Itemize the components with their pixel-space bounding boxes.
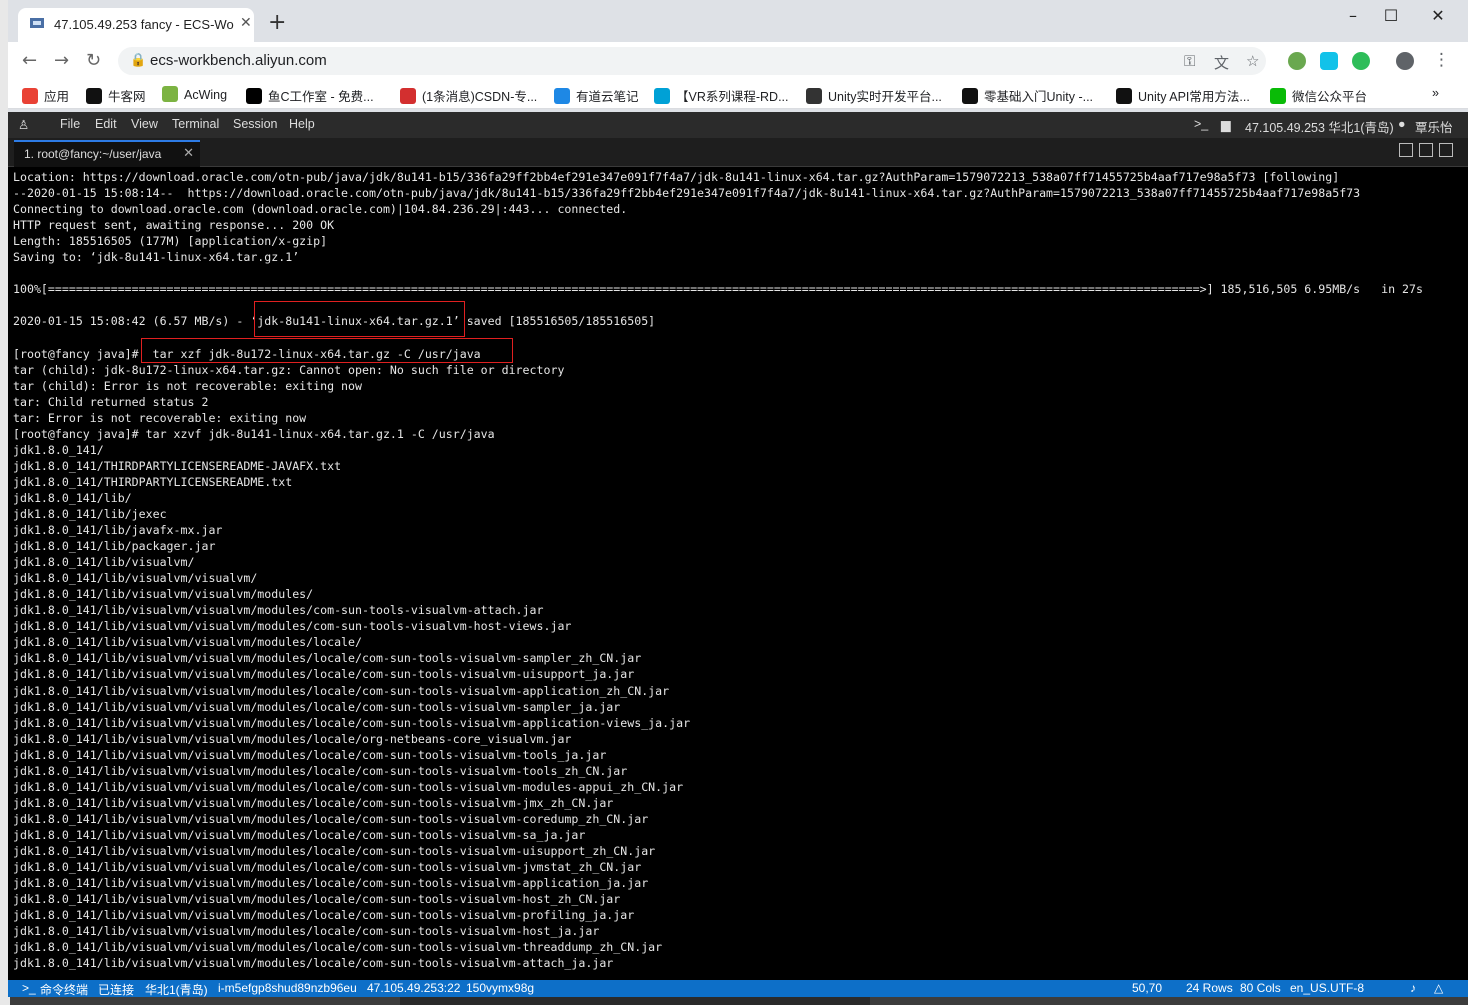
menu-session[interactable]: Session <box>233 117 277 131</box>
bookmark-favicon-icon <box>654 88 670 104</box>
aliyun-favicon-icon <box>30 18 44 28</box>
status-cursor: 50,70 <box>1132 981 1163 995</box>
bookmark-favicon-icon <box>86 88 102 104</box>
extension-square-icon[interactable] <box>1320 52 1338 70</box>
workbench-menu-bar: ♙ File Edit View Terminal Session Help >… <box>8 112 1468 138</box>
split-horizontal-icon[interactable] <box>1439 143 1453 157</box>
bookmark-item[interactable]: 应用 <box>22 86 69 105</box>
url-text[interactable]: ecs-workbench.aliyun.com <box>150 52 327 69</box>
highlight-box-tar-command <box>141 338 513 363</box>
bookmark-favicon-icon <box>162 86 178 102</box>
bookmark-label: 应用 <box>44 90 70 104</box>
menu-terminal[interactable]: Terminal <box>172 117 219 131</box>
key-icon[interactable]: ⚿ <box>1184 52 1195 70</box>
tab-close-icon[interactable]: ✕ <box>240 15 252 31</box>
status-ip: 47.105.49.253:22 <box>367 981 461 995</box>
new-tab-button[interactable]: + <box>268 10 286 35</box>
address-bar[interactable]: 🔒 ecs-workbench.aliyun.com ⚿ 文 ☆ <box>118 47 1266 75</box>
kebab-menu-icon[interactable]: ⋮ <box>1433 50 1450 70</box>
status-region: 华北1(青岛) <box>145 983 208 997</box>
extension-globe-icon[interactable] <box>1288 52 1306 70</box>
server-info: 47.105.49.253 华北1(青岛) <box>1245 121 1394 135</box>
bookmark-label: Unity实时开发平台... <box>828 90 942 104</box>
bookmark-item[interactable]: 鱼C工作室 - 免费... <box>246 86 374 105</box>
status-bar: >_ 命令终端 已连接 华北1(青岛) i-m5efgp8shud89nzb96… <box>8 980 1468 997</box>
back-arrow-icon[interactable]: ← <box>22 50 37 71</box>
menu-view[interactable]: View <box>131 117 158 131</box>
status-id: 150vymx98g <box>466 981 535 995</box>
bookmark-label: 牛客网 <box>108 90 146 104</box>
terminal-tab[interactable]: 1. root@fancy:~/user/java ✕ <box>14 140 200 168</box>
bookmark-item[interactable]: (1条消息)CSDN-专... <box>400 86 537 105</box>
background-window-bottom <box>400 997 870 1005</box>
bookmark-item[interactable]: 零基础入门Unity -... <box>962 86 1093 105</box>
terminal-text: Location: https://download.oracle.com/ot… <box>13 170 1423 971</box>
tab-strip: 47.105.49.253 fancy - ECS-Wo ✕ + – ☐ ✕ <box>8 0 1468 42</box>
reload-icon[interactable]: ↻ <box>86 50 101 71</box>
extension-grammarly-icon[interactable] <box>1352 52 1370 70</box>
bell-icon[interactable]: ♪ <box>1410 981 1416 995</box>
bookmark-label: 鱼C工作室 - 免费... <box>268 90 374 104</box>
folder-icon[interactable]: ▆ <box>1221 117 1231 132</box>
bookmark-label: Unity API常用方法... <box>1138 90 1250 104</box>
split-vertical-icon[interactable] <box>1419 143 1433 157</box>
status-instance: i-m5efgp8shud89nzb96eu <box>218 981 357 995</box>
status-cols: 80 Cols <box>1240 981 1281 995</box>
star-icon[interactable]: ☆ <box>1246 52 1259 70</box>
menu-file[interactable]: File <box>60 117 80 131</box>
bookmark-favicon-icon <box>1116 88 1132 104</box>
bookmark-item[interactable]: 牛客网 <box>86 86 146 105</box>
browser-tab[interactable]: 47.105.49.253 fancy - ECS-Wo ✕ <box>18 8 254 42</box>
lock-icon[interactable]: 🔒 <box>130 53 146 68</box>
user-name[interactable]: 覃乐怡 <box>1415 117 1453 136</box>
bookmark-item[interactable]: 有道云笔记 <box>554 86 639 105</box>
bookmark-label: AcWing <box>184 88 228 102</box>
terminal-output[interactable]: Location: https://download.oracle.com/ot… <box>8 167 1468 980</box>
user-avatar[interactable]: ● <box>1398 117 1406 131</box>
bookmark-item[interactable]: Unity API常用方法... <box>1116 86 1250 105</box>
browser-window: 47.105.49.253 fancy - ECS-Wo ✕ + – ☐ ✕ ←… <box>8 0 1468 997</box>
bookmark-favicon-icon <box>1270 88 1286 104</box>
bookmark-item[interactable]: 【VR系列课程-RD... <box>654 86 789 105</box>
status-terminal-icon: >_ <box>22 981 36 995</box>
bookmark-item[interactable]: AcWing <box>162 86 227 102</box>
bookmark-favicon-icon <box>400 88 416 104</box>
bookmark-label: 【VR系列课程-RD... <box>676 90 789 104</box>
terminal-tab-close-icon[interactable]: ✕ <box>183 145 194 161</box>
bookmark-favicon-icon <box>962 88 978 104</box>
bookmark-label: 微信公众平台 <box>1292 90 1368 104</box>
linux-tux-icon: ♙ <box>18 118 30 132</box>
highlight-box-saved-file <box>254 301 465 337</box>
profile-avatar-icon[interactable] <box>1396 52 1414 70</box>
bookmark-favicon-icon <box>806 88 822 104</box>
bookmark-label: 零基础入门Unity -... <box>984 90 1094 104</box>
window-close-button[interactable]: ✕ <box>1418 6 1458 25</box>
menu-edit[interactable]: Edit <box>95 117 117 131</box>
menu-help[interactable]: Help <box>289 117 315 131</box>
minimize-button[interactable]: – <box>1333 6 1373 25</box>
status-terminal[interactable]: 命令终端 <box>40 981 88 997</box>
status-connected: 已连接 <box>98 983 135 997</box>
maximize-button[interactable]: ☐ <box>1371 6 1411 25</box>
terminal-prompt-icon[interactable]: >_ <box>1194 117 1208 131</box>
browser-toolbar: ← → ↻ 🔒 ecs-workbench.aliyun.com ⚿ 文 ☆ ⋮ <box>8 42 1468 80</box>
browser-tab-title: 47.105.49.253 fancy - ECS-Wo <box>54 17 234 32</box>
bookmark-label: 有道云笔记 <box>576 90 639 104</box>
bookmark-item[interactable]: Unity实时开发平台... <box>806 86 942 105</box>
bookmark-favicon-icon <box>246 88 262 104</box>
forward-arrow-icon[interactable]: → <box>54 50 69 71</box>
bookmark-label: (1条消息)CSDN-专... <box>422 90 538 104</box>
terminal-tab-label: 1. root@fancy:~/user/java <box>24 147 162 161</box>
status-rows: 24 Rows <box>1186 981 1233 995</box>
bookmark-favicon-icon <box>22 88 38 104</box>
new-pane-icon[interactable] <box>1399 143 1413 157</box>
notification-icon[interactable]: △ <box>1434 981 1443 995</box>
translate-icon[interactable]: 文 <box>1214 52 1229 73</box>
status-encoding[interactable]: en_US.UTF-8 <box>1290 981 1364 995</box>
bookmark-item[interactable]: 微信公众平台 <box>1270 86 1367 105</box>
bookmarks-bar: 应用 牛客网 AcWing 鱼C工作室 - 免费... (1条消息)CSDN-专... 有… <box>8 80 1468 109</box>
terminal-tab-bar: 1. root@fancy:~/user/java ✕ <box>8 138 1468 168</box>
bookmark-favicon-icon <box>554 88 570 104</box>
bookmarks-overflow-button[interactable]: » <box>1432 86 1439 100</box>
